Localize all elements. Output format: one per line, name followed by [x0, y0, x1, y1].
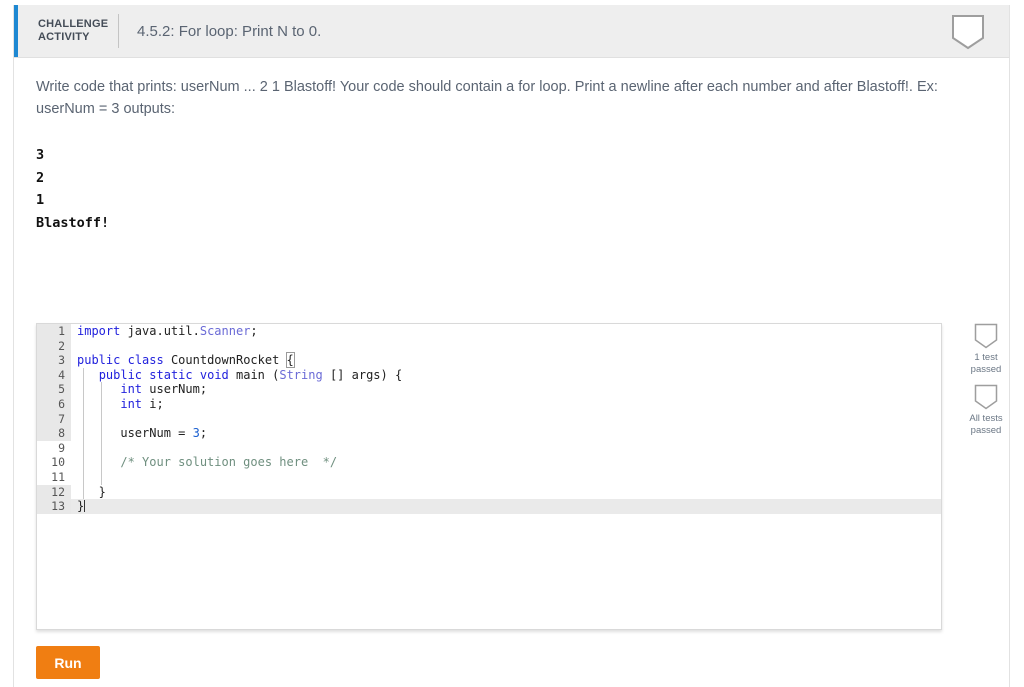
header-accent-bar	[14, 5, 18, 57]
test-results-panel: 1 test passed All tests passed	[956, 323, 1016, 445]
line-number: 11	[37, 470, 71, 485]
code-line[interactable]: 2	[37, 339, 941, 354]
line-number: 8	[37, 426, 71, 441]
code-line[interactable]: 3public class CountdownRocket {	[37, 353, 941, 368]
code-line-text[interactable]: int userNum;	[71, 382, 941, 397]
line-number: 7	[37, 412, 71, 427]
code-line[interactable]: 8 userNum = 3;	[37, 426, 941, 441]
code-line-text[interactable]: }	[71, 485, 941, 500]
code-fold-guide	[83, 368, 84, 499]
code-line-text[interactable]: }	[71, 499, 941, 514]
test-label-line-2: passed	[956, 425, 1016, 437]
test-result-label: 1 test passed	[956, 352, 1016, 376]
code-line-text[interactable]: int i;	[71, 397, 941, 412]
code-line[interactable]: 1import java.util.Scanner;	[37, 324, 941, 339]
code-line-text[interactable]: public static void main (String [] args)…	[71, 368, 941, 383]
challenge-activity-page: CHALLENGE ACTIVITY 4.5.2: For loop: Prin…	[0, 0, 1024, 687]
code-line[interactable]: 7	[37, 412, 941, 427]
code-editor-inner[interactable]: 1import java.util.Scanner;2 3public clas…	[37, 324, 941, 629]
prompt-text: Write code that prints: userNum ... 2 1 …	[36, 76, 941, 120]
test-result-item[interactable]: All tests passed	[956, 384, 1016, 437]
code-fold-guide-inner	[101, 382, 102, 484]
header-divider	[118, 14, 119, 48]
code-line[interactable]: 13}	[37, 499, 941, 514]
line-number: 6	[37, 397, 71, 412]
line-number: 13	[37, 499, 71, 514]
code-line[interactable]: 12 }	[37, 485, 941, 500]
code-line-text[interactable]	[71, 412, 941, 427]
test-result-item[interactable]: 1 test passed	[956, 323, 1016, 376]
test-label-line-1: 1 test	[956, 352, 1016, 364]
example-output-block: 3 2 1 Blastoff!	[36, 144, 987, 234]
code-line[interactable]: 6 int i;	[37, 397, 941, 412]
line-number: 3	[37, 353, 71, 368]
line-number: 5	[37, 382, 71, 397]
test-label-line-2: passed	[956, 364, 1016, 376]
line-number: 12	[37, 485, 71, 500]
code-line-text[interactable]	[71, 441, 941, 456]
line-number: 4	[37, 368, 71, 383]
test-label-line-1: All tests	[956, 413, 1016, 425]
kicker-line-1: CHALLENGE	[38, 18, 110, 31]
code-editor[interactable]: 1import java.util.Scanner;2 3public clas…	[36, 323, 942, 630]
code-line-text[interactable]: import java.util.Scanner;	[71, 324, 941, 339]
line-number: 10	[37, 455, 71, 470]
code-line-text[interactable]: /* Your solution goes here */	[71, 455, 941, 470]
code-line-text[interactable]: public class CountdownRocket {	[71, 353, 941, 368]
code-line[interactable]: 9	[37, 441, 941, 456]
code-line[interactable]: 11	[37, 470, 941, 485]
header-shield-badge[interactable]	[951, 14, 985, 50]
line-number: 9	[37, 441, 71, 456]
shield-icon	[974, 384, 998, 410]
activity-title: 4.5.2: For loop: Print N to 0.	[137, 23, 321, 40]
run-button[interactable]: Run	[36, 646, 100, 679]
activity-card: CHALLENGE ACTIVITY 4.5.2: For loop: Prin…	[13, 5, 1010, 687]
shield-icon	[974, 323, 998, 349]
code-lines[interactable]: 1import java.util.Scanner;2 3public clas…	[37, 324, 941, 514]
kicker-line-2: ACTIVITY	[38, 31, 110, 44]
code-line-text[interactable]	[71, 339, 941, 354]
code-line-text[interactable]: userNum = 3;	[71, 426, 941, 441]
code-line[interactable]: 10 /* Your solution goes here */	[37, 455, 941, 470]
activity-header: CHALLENGE ACTIVITY 4.5.2: For loop: Prin…	[14, 5, 1009, 58]
code-line[interactable]: 4 public static void main (String [] arg…	[37, 368, 941, 383]
line-number: 2	[37, 339, 71, 354]
text-caret	[84, 500, 85, 512]
code-line[interactable]: 5 int userNum;	[37, 382, 941, 397]
activity-content: Write code that prints: userNum ... 2 1 …	[14, 58, 1009, 234]
test-result-label: All tests passed	[956, 413, 1016, 437]
code-line-text[interactable]	[71, 470, 941, 485]
line-number: 1	[37, 324, 71, 339]
shield-icon	[951, 14, 985, 50]
challenge-activity-kicker: CHALLENGE ACTIVITY	[38, 18, 110, 44]
